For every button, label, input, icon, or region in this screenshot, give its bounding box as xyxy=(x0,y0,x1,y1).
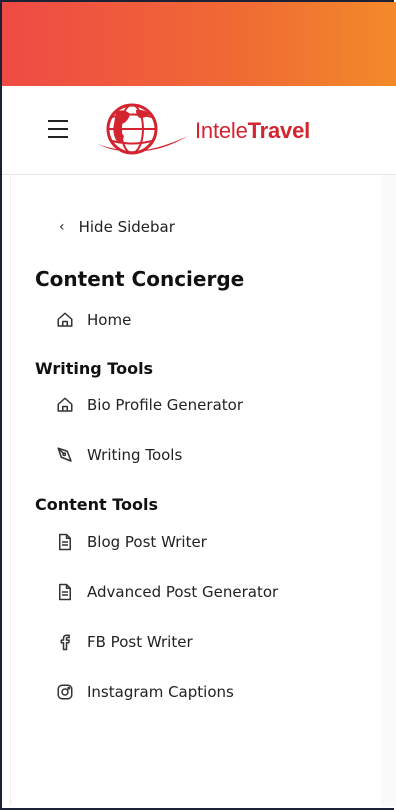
sidebar-item-label: FB Post Writer xyxy=(87,633,193,651)
home-icon xyxy=(55,395,75,415)
document-icon xyxy=(55,582,75,602)
sidebar-item-label: Bio Profile Generator xyxy=(87,396,243,414)
header-bar: InteleTravel xyxy=(2,86,396,175)
pen-tool-icon xyxy=(55,445,75,465)
hide-sidebar-label: Hide Sidebar xyxy=(78,218,175,236)
facebook-icon xyxy=(55,632,75,652)
main-content-area xyxy=(381,175,396,806)
home-icon xyxy=(55,310,75,330)
sidebar: ‹ Hide Sidebar Content Concierge Home Wr… xyxy=(10,175,382,806)
top-banner xyxy=(2,2,396,86)
sidebar-item-bio-profile-generator[interactable]: Bio Profile Generator xyxy=(55,395,243,415)
sidebar-title: Content Concierge xyxy=(35,267,245,291)
hamburger-icon[interactable] xyxy=(48,120,68,138)
sidebar-item-label: Instagram Captions xyxy=(87,683,234,701)
sidebar-item-writing-tools[interactable]: Writing Tools xyxy=(55,445,182,465)
sidebar-item-home[interactable]: Home xyxy=(55,310,131,330)
chevron-left-icon: ‹ xyxy=(59,219,65,235)
sidebar-item-label: Writing Tools xyxy=(87,446,183,464)
sidebar-item-advanced-post-generator[interactable]: Advanced Post Generator xyxy=(55,582,278,602)
sidebar-item-instagram-captions[interactable]: Instagram Captions xyxy=(55,682,234,702)
sidebar-item-blog-post-writer[interactable]: Blog Post Writer xyxy=(55,532,207,552)
sidebar-item-fb-post-writer[interactable]: FB Post Writer xyxy=(55,632,193,652)
sidebar-item-label: Blog Post Writer xyxy=(87,533,207,551)
sidebar-item-label: Advanced Post Generator xyxy=(87,583,279,601)
brand-wordmark: InteleTravel xyxy=(195,118,311,143)
brand-logo[interactable]: InteleTravel xyxy=(92,100,362,160)
instagram-icon xyxy=(55,682,75,702)
hide-sidebar-button[interactable]: ‹ Hide Sidebar xyxy=(59,218,175,236)
document-icon xyxy=(55,532,75,552)
writing-tools-heading: Writing Tools xyxy=(35,359,154,378)
sidebar-item-label: Home xyxy=(87,311,132,329)
globe-logo-icon xyxy=(98,103,188,155)
content-tools-heading: Content Tools xyxy=(35,495,159,514)
